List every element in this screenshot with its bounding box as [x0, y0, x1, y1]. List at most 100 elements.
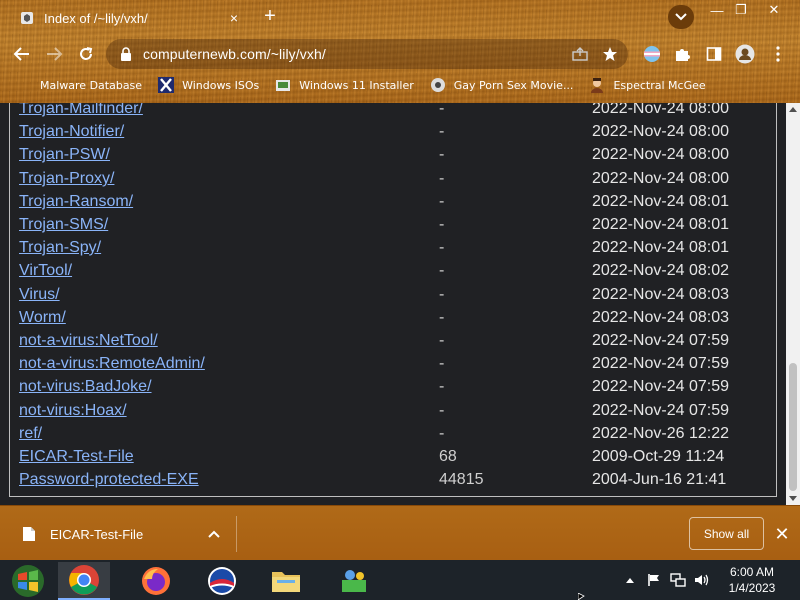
start-button[interactable] — [2, 562, 54, 600]
file-link[interactable]: Trojan-Proxy/ — [19, 170, 114, 188]
close-shelf-button[interactable]: ✕ — [772, 524, 792, 544]
tab-close-icon[interactable]: × — [226, 10, 242, 26]
close-window-button[interactable]: ✕ — [763, 2, 785, 18]
download-filename: EICAR-Test-File — [50, 526, 144, 542]
file-date: 2022-Nov-24 07:59 — [592, 402, 729, 419]
show-all-button[interactable]: Show all — [689, 517, 764, 550]
reload-icon — [80, 47, 93, 60]
file-icon — [23, 527, 35, 541]
bookmark-windows-11-installer[interactable]: Windows 11 Installer — [275, 77, 414, 93]
bookmark-label: Espectral McGee — [613, 78, 706, 92]
file-link[interactable]: not-a-virus:RemoteAdmin/ — [19, 355, 205, 373]
back-button[interactable] — [10, 42, 34, 66]
circle-logo-icon — [208, 567, 236, 595]
bookmark-label: Windows ISOs — [182, 78, 260, 92]
table-row: not-virus:Hoax/ - 2022-Nov-24 07:59 — [10, 399, 776, 422]
page-content: Trojan-Mailfinder/ - 2022-Nov-24 08:00 Tro… — [0, 103, 786, 505]
people-icon — [342, 570, 366, 592]
file-link[interactable]: VirTool/ — [19, 262, 72, 280]
scroll-up-icon[interactable] — [789, 107, 797, 112]
bookmark-star-button[interactable] — [598, 42, 622, 66]
file-link[interactable]: Trojan-Spy/ — [19, 239, 101, 257]
side-panel-button[interactable] — [702, 42, 726, 66]
file-size: 44815 — [439, 471, 484, 488]
table-row: not-a-virus:RemoteAdmin/ - 2022-Nov-24 07:… — [10, 352, 776, 375]
network-button[interactable] — [668, 570, 688, 590]
file-link[interactable]: Trojan-PSW/ — [19, 146, 110, 164]
extensions-menu-button[interactable] — [670, 42, 694, 66]
extension-button[interactable] — [640, 42, 664, 66]
minimize-button[interactable]: — — [706, 2, 728, 18]
table-row: Trojan-Ransom/ - 2022-Nov-24 08:01 — [10, 190, 776, 213]
bookmark-malware-database[interactable]: Malware Database — [16, 77, 142, 93]
address-bar[interactable]: computernewb.com/~lily/vxh/ — [106, 39, 628, 69]
file-date: 2022-Nov-24 08:00 — [592, 170, 729, 187]
file-size: - — [439, 193, 445, 210]
show-hidden-icons-button[interactable] — [620, 570, 640, 590]
file-link[interactable]: not-virus:BadJoke/ — [19, 378, 152, 396]
table-row: Trojan-Notifier/ - 2022-Nov-24 08:00 — [10, 120, 776, 143]
table-row: Worm/ - 2022-Nov-24 08:03 — [10, 306, 776, 329]
file-link[interactable]: Trojan-SMS/ — [19, 216, 108, 234]
taskbar-chrome[interactable] — [58, 562, 110, 600]
file-link[interactable]: Worm/ — [19, 309, 66, 327]
taskbar-campaign-logo[interactable] — [196, 562, 248, 600]
download-options-button[interactable] — [204, 524, 224, 544]
volume-button[interactable] — [692, 570, 712, 590]
bookmark-espectral-mcgee[interactable]: Espectral McGee — [589, 77, 706, 93]
page-favicon-icon — [21, 12, 33, 24]
table-row: Trojan-Mailfinder/ - 2022-Nov-24 08:00 — [10, 103, 776, 120]
file-link[interactable]: Virus/ — [19, 286, 60, 304]
download-item[interactable]: EICAR-Test-File — [12, 516, 234, 552]
page-scrollbar[interactable] — [786, 103, 800, 505]
system-tray — [620, 568, 716, 592]
taskbar-file-explorer[interactable] — [260, 562, 312, 600]
navigation-bar: computernewb.com/~lily/vxh/ — [0, 36, 800, 70]
file-link[interactable]: Trojan-Ransom/ — [19, 193, 133, 211]
file-link[interactable]: not-a-virus:NetTool/ — [19, 332, 158, 350]
table-row: Password-protected-EXE 44815 2004-Jun-16 2… — [10, 468, 776, 491]
table-row: Virus/ - 2022-Nov-24 08:03 — [10, 283, 776, 306]
file-link[interactable]: Trojan-Notifier/ — [19, 123, 124, 141]
forward-button[interactable] — [42, 42, 66, 66]
file-link[interactable]: EICAR-Test-File — [19, 448, 134, 466]
file-date: 2022-Nov-24 08:03 — [592, 309, 729, 326]
star-icon — [603, 47, 617, 61]
file-size: - — [439, 239, 445, 256]
bookmark-site[interactable]: Gay Porn Sex Movie... — [430, 77, 573, 93]
taskbar-network-app[interactable] — [328, 562, 380, 600]
scroll-thumb[interactable] — [789, 363, 797, 491]
file-date: 2022-Nov-24 07:59 — [592, 378, 729, 395]
start-orb-icon — [12, 565, 44, 597]
scroll-down-icon[interactable] — [789, 496, 797, 501]
bookmark-windows-isos[interactable]: Windows ISOs — [158, 77, 259, 93]
taskbar-clock[interactable]: 6:00 AM 1/4/2023 — [720, 564, 784, 596]
tab-search-button[interactable] — [668, 5, 694, 29]
reload-button[interactable] — [74, 42, 98, 66]
table-row: not-a-virus:NetTool/ - 2022-Nov-24 07:59 — [10, 329, 776, 352]
chevron-up-icon — [626, 578, 634, 583]
profile-button[interactable] — [733, 42, 757, 66]
file-date: 2022-Nov-24 08:00 — [592, 146, 729, 163]
speaker-icon — [695, 574, 709, 586]
file-date: 2022-Nov-24 07:59 — [592, 355, 729, 372]
file-date: 2004-Jun-16 21:41 — [592, 471, 727, 488]
new-tab-button[interactable]: + — [260, 6, 280, 28]
share-button[interactable] — [568, 42, 592, 66]
action-center-button[interactable] — [644, 570, 664, 590]
file-link[interactable]: Trojan-Mailfinder/ — [19, 103, 143, 118]
file-link[interactable]: Password-protected-EXE — [19, 471, 199, 489]
file-date: 2022-Nov-24 08:01 — [592, 193, 729, 210]
menu-button[interactable] — [766, 42, 790, 66]
table-row: not-virus:BadJoke/ - 2022-Nov-24 07:59 — [10, 375, 776, 398]
tab-title: Index of /~lily/vxh/ — [44, 10, 148, 26]
restore-button[interactable]: ❐ — [730, 2, 752, 18]
globe-icon — [430, 77, 446, 93]
table-row: EICAR-Test-File 68 2009-Oct-29 11:24 — [10, 445, 776, 468]
tab-active[interactable]: Index of /~lily/vxh/ × — [10, 4, 248, 32]
file-link[interactable]: ref/ — [19, 425, 42, 443]
taskbar-firefox[interactable] — [130, 562, 182, 600]
table-row: Trojan-PSW/ - 2022-Nov-24 08:00 — [10, 143, 776, 166]
file-size: - — [439, 123, 445, 140]
file-link[interactable]: not-virus:Hoax/ — [19, 402, 127, 420]
